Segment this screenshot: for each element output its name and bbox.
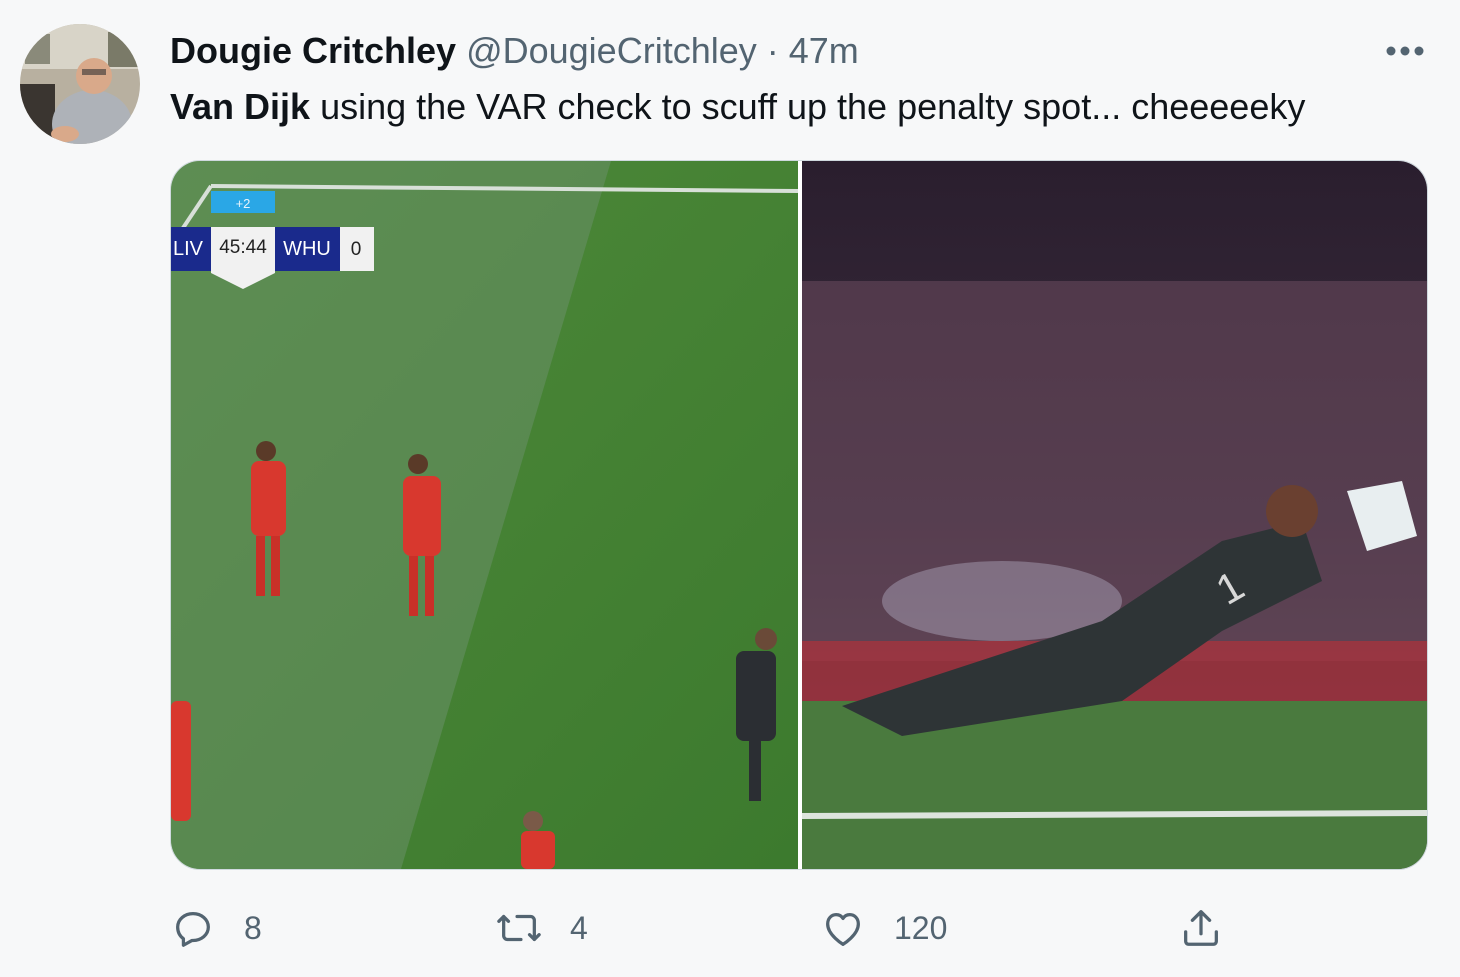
- like-button[interactable]: 120: [820, 900, 947, 956]
- tweet-actions: 8 4 120: [0, 900, 1460, 956]
- media-image-left[interactable]: +2 LIV 45:44 WHU 0: [171, 161, 799, 869]
- avatar[interactable]: [20, 24, 140, 144]
- tweet-header: Dougie Critchley @DougieCritchley · 47m: [170, 28, 859, 74]
- separator: ·: [766, 30, 779, 71]
- tweet-media[interactable]: +2 LIV 45:44 WHU 0 1: [170, 160, 1428, 870]
- more-button[interactable]: [1385, 40, 1425, 62]
- pitch-image: +2 LIV 45:44 WHU 0: [171, 161, 799, 869]
- tweet-text: Van Dijk using the VAR check to scuff up…: [170, 84, 1305, 130]
- scorebug-away: WHU: [283, 238, 331, 260]
- retweet-button[interactable]: 4: [496, 900, 588, 956]
- author-name[interactable]: Dougie Critchley: [170, 30, 456, 71]
- tweet-text-bold[interactable]: Van Dijk: [170, 86, 310, 127]
- keeper-image: 1: [801, 161, 1427, 869]
- scorebug-away-score: 0: [351, 239, 362, 260]
- like-icon: [826, 912, 860, 946]
- like-count: 120: [894, 909, 948, 946]
- scorebug-home: LIV: [173, 238, 204, 260]
- more-icon: [1386, 46, 1424, 56]
- retweet-icon: [497, 914, 541, 942]
- tweet-text-rest: using the VAR check to scuff up the pena…: [310, 86, 1306, 127]
- reply-count: 8: [244, 909, 262, 946]
- scorebug-clock: 45:44: [219, 237, 267, 258]
- share-icon: [1184, 910, 1218, 946]
- reply-button[interactable]: 8: [170, 900, 262, 956]
- reply-icon: [176, 911, 210, 947]
- avatar-image: [20, 24, 140, 144]
- media-image-right[interactable]: 1: [801, 161, 1427, 869]
- author-handle[interactable]: @DougieCritchley: [466, 30, 757, 71]
- scorebug-added-time: +2: [236, 196, 251, 211]
- timestamp[interactable]: 47m: [789, 30, 859, 71]
- retweet-count: 4: [570, 909, 588, 946]
- share-button[interactable]: [1178, 900, 1224, 956]
